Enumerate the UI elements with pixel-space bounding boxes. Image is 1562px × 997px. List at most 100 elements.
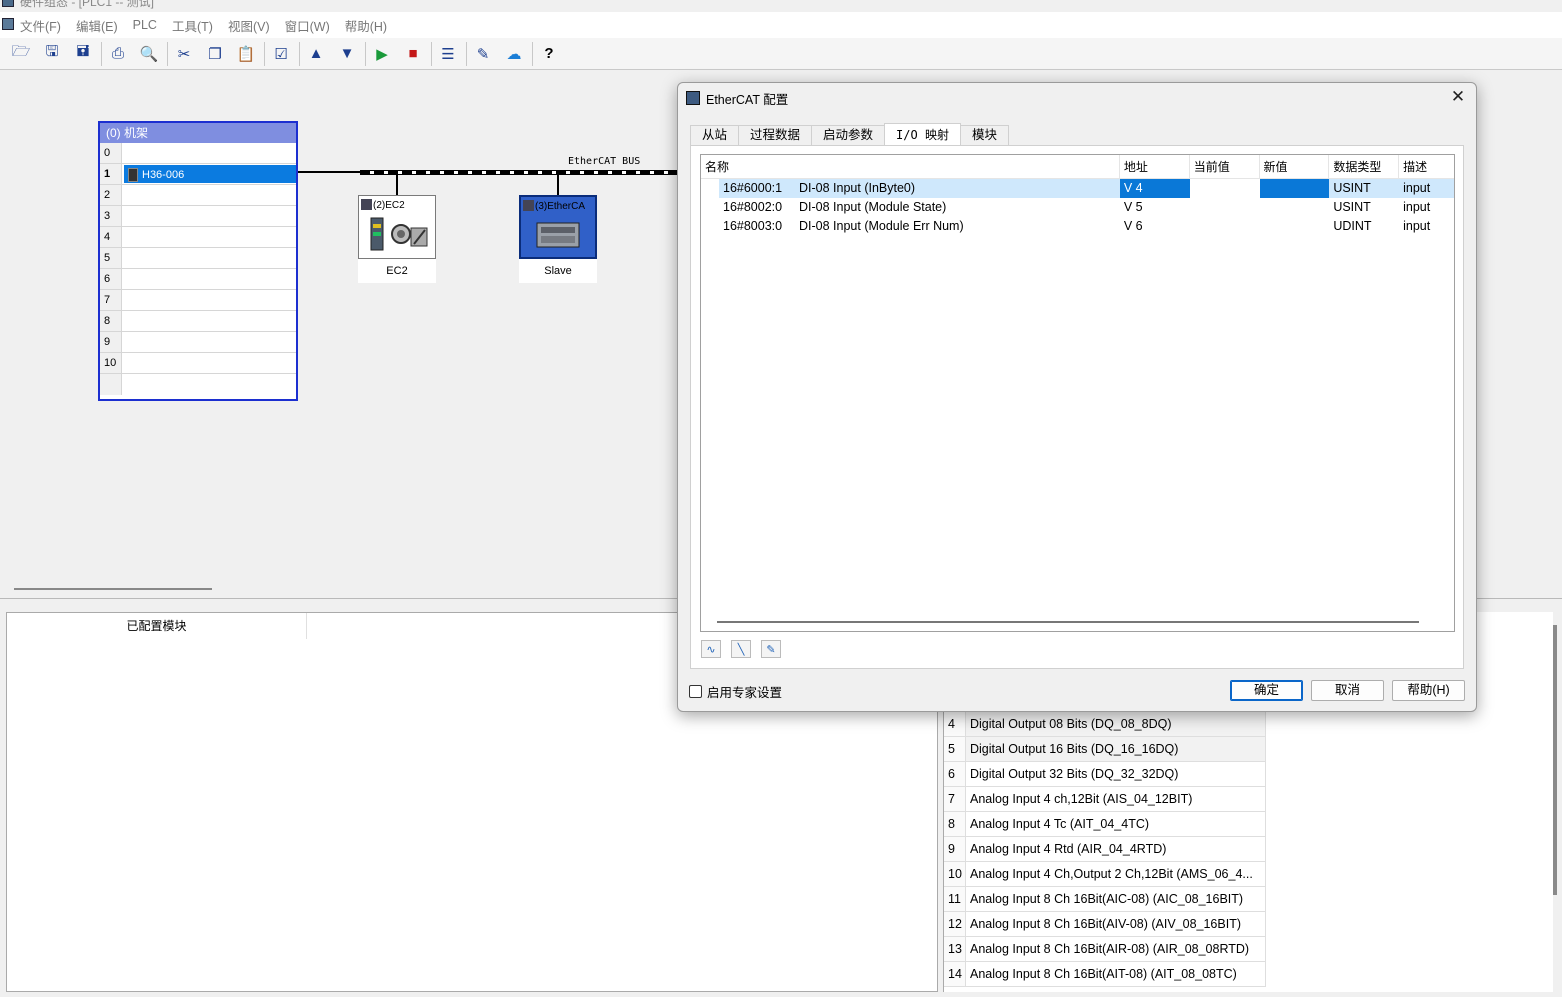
rack-slot[interactable] [122,311,296,331]
help-icon[interactable]: ? [536,41,562,67]
rack-row[interactable]: 0 [100,143,296,164]
rack-row[interactable]: 2 [100,185,296,206]
close-icon[interactable]: ✕ [1448,87,1468,107]
table-row[interactable]: 16#8003:0 DI-08 Input (Module Err Num) V … [719,217,1454,236]
rack-row[interactable]: 5 [100,248,296,269]
list-item[interactable]: 10 Analog Input 4 Ch,Output 2 Ch,12Bit (A… [944,862,1266,887]
rack-slot[interactable] [122,332,296,352]
col-data-type[interactable]: 数据类型 [1329,155,1400,178]
force-icon[interactable]: ╲ [731,640,751,658]
list-item[interactable]: 7 Analog Input 4 ch,12Bit (AIS_04_12BIT) [944,787,1266,812]
list-item[interactable]: 4 Digital Output 08 Bits (DQ_08_8DQ) [944,712,1266,737]
tools-icon[interactable]: ✎ [470,41,496,67]
cancel-button[interactable]: 取消 [1311,680,1384,701]
configured-modules-header[interactable]: 已配置模块 [7,613,307,639]
document-icon[interactable] [2,18,14,30]
save-all-icon[interactable]: 🖬 [70,41,96,67]
menu-window[interactable]: 窗口(W) [285,16,330,35]
menu-plc[interactable]: PLC [133,18,157,32]
device-slave[interactable]: (3)EtherCA Slave [519,195,597,283]
write-value-icon[interactable]: ✎ [761,640,781,658]
rack-slot-cpu[interactable]: H36-006 [124,165,296,183]
device-ec2-box[interactable]: (2)EC2 [358,195,436,259]
expert-settings-checkbox[interactable]: 启用专家设置 [689,682,782,701]
dialog-title-bar[interactable]: EtherCAT 配置 [678,83,1476,113]
rack-row[interactable]: 6 [100,269,296,290]
checkbox-box[interactable] [689,685,702,698]
rack-slot[interactable] [122,269,296,289]
device-slave-box[interactable]: (3)EtherCA [519,195,597,259]
rack-slot[interactable] [122,374,296,395]
download-icon[interactable]: ▼ [334,41,360,67]
cut-icon[interactable]: ✂ [171,41,197,67]
print-preview-icon[interactable]: 🔍 [136,41,162,67]
row-address[interactable]: V 6 [1120,217,1190,236]
device-ec2[interactable]: (2)EC2 EC2 [358,195,436,283]
table-row[interactable]: 16#8002:0 DI-08 Input (Module State) V 5 … [719,198,1454,217]
rack-row[interactable]: 8 [100,311,296,332]
tab-process-data[interactable]: 过程数据 [738,125,813,145]
menu-file[interactable]: 文件(F) [20,16,61,35]
ethercat-bus-line[interactable] [360,170,678,175]
list-item[interactable]: 14 Analog Input 8 Ch 16Bit(AIT-08) (AIT_0… [944,962,1266,987]
rack-row[interactable]: 4 [100,227,296,248]
rack-slot[interactable] [122,143,296,163]
table-horizontal-scrollbar[interactable] [717,621,1419,623]
network-icon[interactable]: ☰ [435,41,461,67]
help-button[interactable]: 帮助(H) [1392,680,1465,701]
list-item[interactable]: 9 Analog Input 4 Rtd (AIR_04_4RTD) [944,837,1266,862]
list-item[interactable]: 8 Analog Input 4 Tc (AIT_04_4TC) [944,812,1266,837]
tab-slave[interactable]: 从站 [690,125,740,145]
copy-icon[interactable]: ❐ [202,41,228,67]
vertical-scrollbar[interactable] [1553,625,1557,895]
horizontal-scrollbar[interactable] [14,588,212,590]
table-row[interactable]: 16#6000:1 DI-08 Input (InByte0) V 4 USINT… [719,179,1454,198]
list-item[interactable]: 6 Digital Output 32 Bits (DQ_32_32DQ) [944,762,1266,787]
list-item[interactable]: 5 Digital Output 16 Bits (DQ_16_16DQ) [944,737,1266,762]
paste-icon[interactable]: 📋 [233,41,259,67]
wave-icon[interactable]: ∿ [701,640,721,658]
upload-icon[interactable]: ▲ [303,41,329,67]
tab-io-mapping[interactable]: I/O 映射 [884,123,961,145]
rack-slot[interactable] [122,227,296,247]
rack-row[interactable]: 9 [100,332,296,353]
row-address[interactable]: V 5 [1120,198,1190,217]
compile-icon[interactable]: ☑ [268,41,294,67]
menu-help[interactable]: 帮助(H) [345,16,387,35]
rack-slot[interactable] [122,248,296,268]
rack-slot[interactable] [122,290,296,310]
row-new-value[interactable] [1259,179,1330,198]
rack[interactable]: (0) 机架 0 1 H36-006 2 3 4 5 6 7 8 9 10 [98,121,298,401]
rack-slot[interactable] [122,206,296,226]
list-item[interactable]: 11 Analog Input 8 Ch 16Bit(AIC-08) (AIC_0… [944,887,1266,912]
rack-row[interactable]: 10 [100,353,296,374]
row-new-value[interactable] [1260,217,1330,236]
row-address[interactable]: V 4 [1119,179,1190,198]
col-new-value[interactable]: 新值 [1260,155,1330,178]
rack-row-selected[interactable]: 1 H36-006 [100,164,296,185]
col-description[interactable]: 描述 [1399,155,1454,178]
stop-icon[interactable]: ■ [400,41,426,67]
rack-slot[interactable] [122,353,296,373]
save-icon[interactable]: 🖫 [39,41,65,67]
col-current-value[interactable]: 当前值 [1190,155,1260,178]
col-name[interactable]: 名称 [701,155,1120,178]
rack-slot[interactable] [122,185,296,205]
tab-startup-params[interactable]: 启动参数 [811,125,886,145]
ok-button[interactable]: 确定 [1230,680,1303,701]
online-icon[interactable]: ☁ [501,41,527,67]
col-address[interactable]: 地址 [1120,155,1190,178]
menu-tools[interactable]: 工具(T) [172,16,213,35]
rack-row[interactable] [100,374,296,395]
menu-edit[interactable]: 编辑(E) [76,16,118,35]
tab-modules[interactable]: 模块 [959,125,1009,145]
list-item[interactable]: 12 Analog Input 8 Ch 16Bit(AIV-08) (AIV_0… [944,912,1266,937]
menu-view[interactable]: 视图(V) [228,16,270,35]
rack-row[interactable]: 3 [100,206,296,227]
run-icon[interactable]: ▶ [369,41,395,67]
folder-open-icon[interactable]: 🗁 [8,41,34,67]
list-item[interactable]: 13 Analog Input 8 Ch 16Bit(AIR-08) (AIR_0… [944,937,1266,962]
row-new-value[interactable] [1260,198,1330,217]
rack-row[interactable]: 7 [100,290,296,311]
print-icon[interactable]: ⎙ [105,41,131,67]
